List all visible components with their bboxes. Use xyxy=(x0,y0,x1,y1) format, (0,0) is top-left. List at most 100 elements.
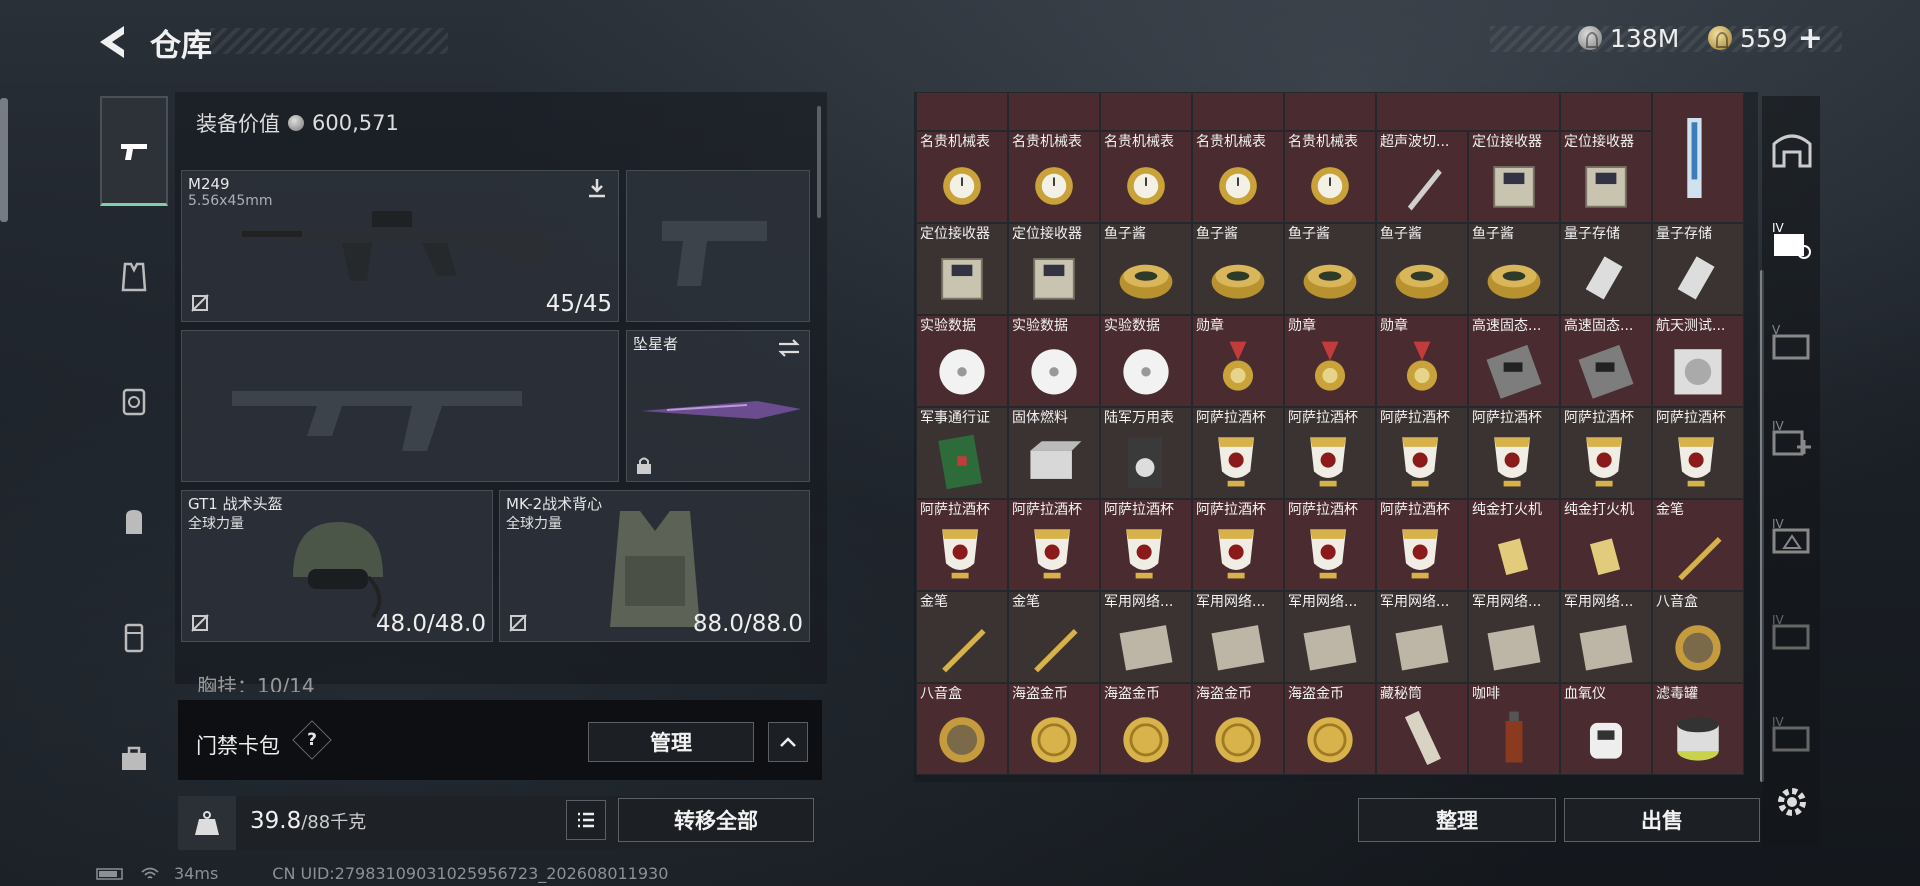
back-button[interactable] xyxy=(94,22,130,62)
nav-stash-8[interactable]: IV xyxy=(1770,608,1814,656)
storage-item[interactable]: 勋章 xyxy=(1376,315,1468,407)
storage-item[interactable]: 咖啡 xyxy=(1468,683,1560,775)
manage-button[interactable]: 管理 xyxy=(588,722,754,762)
storage-item[interactable]: 八音盒 xyxy=(1652,591,1744,683)
storage-cell-partial[interactable] xyxy=(1376,92,1560,131)
storage-item[interactable]: 阿萨拉酒杯 xyxy=(916,499,1008,591)
nav-pouch[interactable] xyxy=(100,582,168,692)
storage-item[interactable]: 定位接收器 xyxy=(1468,131,1560,223)
storage-item[interactable]: 纯金打火机 xyxy=(1560,499,1652,591)
storage-item[interactable]: 量子存储 xyxy=(1560,223,1652,315)
storage-item[interactable]: 名贵机械表 xyxy=(1100,131,1192,223)
storage-item[interactable]: 阿萨拉酒杯 xyxy=(1284,407,1376,499)
storage-item[interactable]: 阿萨拉酒杯 xyxy=(1376,407,1468,499)
storage-item[interactable]: 实验数据 xyxy=(1100,315,1192,407)
melee-slot[interactable]: 坠星者 xyxy=(626,330,810,482)
storage-item[interactable]: 军用网络... xyxy=(1100,591,1192,683)
storage-item[interactable]: 阿萨拉酒杯 xyxy=(1376,499,1468,591)
storage-cell-partial[interactable] xyxy=(1560,92,1652,131)
storage-cell-partial[interactable] xyxy=(1100,92,1192,131)
storage-cell-partial[interactable] xyxy=(1284,92,1376,131)
storage-item[interactable]: 阿萨拉酒杯 xyxy=(1100,499,1192,591)
swap-icon[interactable] xyxy=(777,337,801,359)
sell-button[interactable]: 出售 xyxy=(1564,798,1760,842)
storage-item[interactable]: 名贵机械表 xyxy=(1008,131,1100,223)
vest-slot[interactable]: MK-2战术背心 全球力量 88.0/88.0 xyxy=(499,490,810,642)
storage-item[interactable]: 血氧仪 xyxy=(1560,683,1652,775)
storage-item[interactable]: 滤毒罐 xyxy=(1652,683,1744,775)
storage-item[interactable]: 鱼子酱 xyxy=(1376,223,1468,315)
storage-item[interactable]: 航天测试... xyxy=(1652,315,1744,407)
storage-item[interactable]: 实验数据 xyxy=(916,315,1008,407)
storage-item[interactable]: 金笔 xyxy=(1008,591,1100,683)
storage-item[interactable]: 鱼子酱 xyxy=(1192,223,1284,315)
storage-item[interactable]: 定位接收器 xyxy=(916,223,1008,315)
storage-item[interactable]: 八音盒 xyxy=(916,683,1008,775)
nav-stash-4[interactable]: IV xyxy=(1770,216,1814,264)
storage-item[interactable]: 军用网络... xyxy=(1468,591,1560,683)
storage-item[interactable]: 阿萨拉酒杯 xyxy=(1192,407,1284,499)
storage-item[interactable]: 纯金打火机 xyxy=(1468,499,1560,591)
storage-item[interactable]: 量子存储 xyxy=(1652,223,1744,315)
storage-item[interactable]: 陆军万用表 xyxy=(1100,407,1192,499)
storage-item[interactable]: 阿萨拉酒杯 xyxy=(1008,499,1100,591)
primary-weapon-slot[interactable]: M249 5.56x45mm 45/45 xyxy=(181,170,619,322)
nav-armor[interactable] xyxy=(100,222,168,332)
storage-item[interactable]: 阿萨拉酒杯 xyxy=(1284,499,1376,591)
storage-item[interactable]: 定位接收器 xyxy=(1560,131,1652,223)
list-view-button[interactable] xyxy=(566,800,606,840)
secondary-primary-slot[interactable] xyxy=(181,330,619,482)
sort-button[interactable]: 整理 xyxy=(1358,798,1556,842)
storage-item[interactable]: 勋章 xyxy=(1284,315,1376,407)
storage-item[interactable]: 勋章 xyxy=(1192,315,1284,407)
nav-case[interactable] xyxy=(100,704,168,814)
storage-item-tall[interactable] xyxy=(1652,92,1744,223)
storage-item[interactable]: 高速固态... xyxy=(1560,315,1652,407)
storage-item[interactable]: 阿萨拉酒杯 xyxy=(1560,407,1652,499)
storage-item[interactable]: 藏秘筒 xyxy=(1376,683,1468,775)
storage-item[interactable]: 名贵机械表 xyxy=(1284,131,1376,223)
nav-stash-5[interactable]: V xyxy=(1770,318,1814,366)
storage-item[interactable]: 军事通行证 xyxy=(916,407,1008,499)
nav-chest-rig[interactable] xyxy=(100,346,168,456)
storage-item[interactable]: 海盗金币 xyxy=(1284,683,1376,775)
secondary-weapon-slot[interactable] xyxy=(626,170,810,322)
storage-item[interactable]: 鱼子酱 xyxy=(1284,223,1376,315)
storage-item[interactable]: 海盗金币 xyxy=(1008,683,1100,775)
storage-item[interactable]: 名贵机械表 xyxy=(916,131,1008,223)
transfer-all-button[interactable]: 转移全部 xyxy=(618,798,814,842)
storage-item[interactable]: 阿萨拉酒杯 xyxy=(1192,499,1284,591)
storage-item[interactable]: 超声波切... xyxy=(1376,131,1468,223)
nav-weapons[interactable] xyxy=(100,96,168,206)
storage-cell-partial[interactable] xyxy=(1008,92,1100,131)
storage-item[interactable]: 金笔 xyxy=(916,591,1008,683)
storage-item[interactable]: 金笔 xyxy=(1652,499,1744,591)
storage-item[interactable]: 固体燃料 xyxy=(1008,407,1100,499)
nav-backpack[interactable] xyxy=(100,466,168,576)
storage-cell-partial[interactable] xyxy=(1192,92,1284,131)
download-icon[interactable] xyxy=(586,177,608,199)
add-currency-icon[interactable]: + xyxy=(1798,21,1823,56)
storage-item[interactable]: 阿萨拉酒杯 xyxy=(1468,407,1560,499)
helmet-slot[interactable]: GT1 战术头盔 全球力量 48.0/48.0 xyxy=(181,490,493,642)
storage-item[interactable]: 定位接收器 xyxy=(1008,223,1100,315)
expand-button[interactable] xyxy=(768,722,808,762)
settings-button[interactable] xyxy=(1770,778,1814,826)
chest-rig-row[interactable]: 胸挂：10/14 xyxy=(181,662,811,692)
storage-item[interactable]: 高速固态... xyxy=(1468,315,1560,407)
storage-item[interactable]: 军用网络... xyxy=(1560,591,1652,683)
storage-item[interactable]: 阿萨拉酒杯 xyxy=(1652,407,1744,499)
storage-item[interactable]: 军用网络... xyxy=(1284,591,1376,683)
storage-item[interactable]: 鱼子酱 xyxy=(1100,223,1192,315)
nav-stash-9[interactable]: IV xyxy=(1770,710,1814,758)
storage-item[interactable]: 鱼子酱 xyxy=(1468,223,1560,315)
equipment-scrollbar[interactable] xyxy=(817,106,821,218)
storage-item[interactable]: 实验数据 xyxy=(1008,315,1100,407)
storage-cell-partial[interactable] xyxy=(916,92,1008,131)
currency-gold[interactable]: 559 + xyxy=(1708,21,1823,56)
nav-stash-main[interactable] xyxy=(1770,124,1814,172)
storage-item[interactable]: 海盗金币 xyxy=(1100,683,1192,775)
nav-stash-add[interactable]: IV xyxy=(1770,414,1814,462)
nav-stash-7[interactable]: IV xyxy=(1770,512,1814,560)
storage-item[interactable]: 海盗金币 xyxy=(1192,683,1284,775)
